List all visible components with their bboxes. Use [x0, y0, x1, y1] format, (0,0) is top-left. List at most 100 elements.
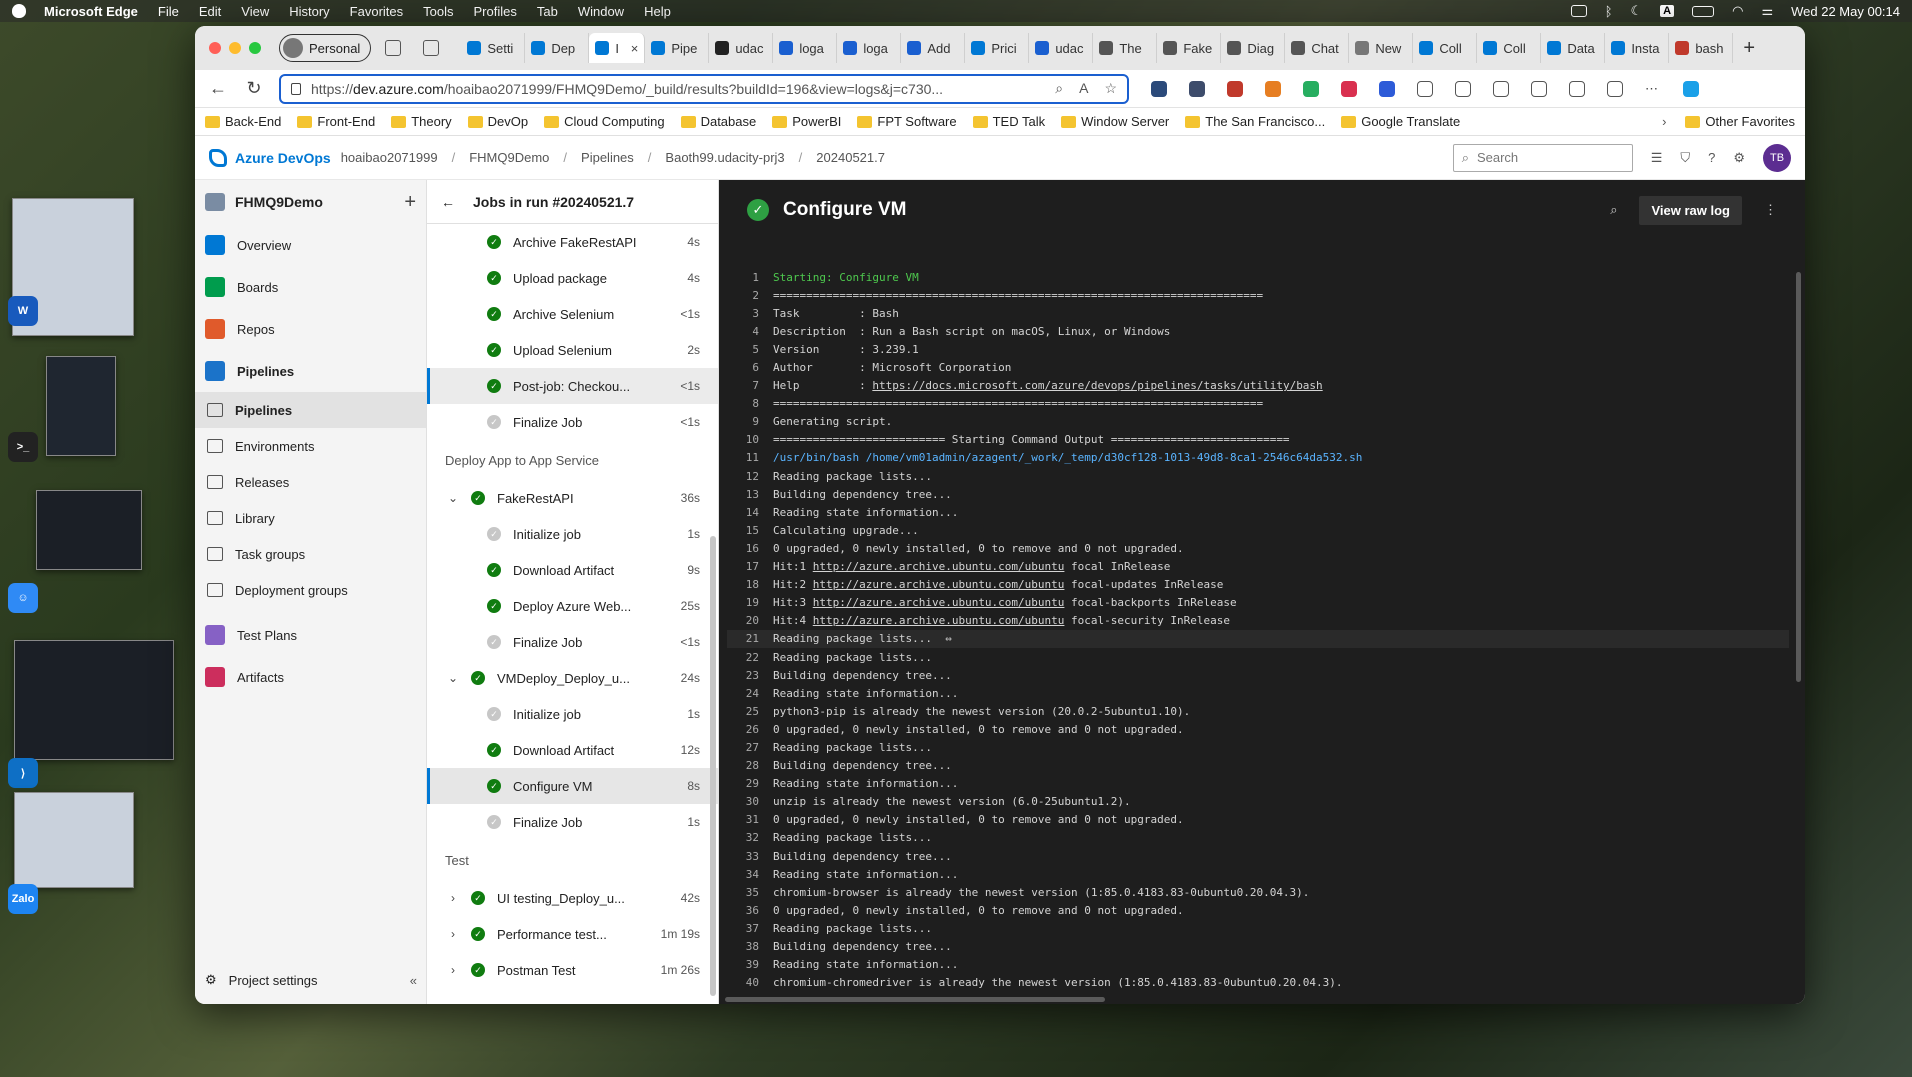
browser-tab[interactable]: Fake: [1157, 33, 1222, 63]
step-row[interactable]: ✓ Configure VM 8s: [427, 768, 718, 804]
breadcrumb-item[interactable]: hoaibao2071999: [341, 150, 438, 165]
chevron-right-icon[interactable]: ›: [435, 891, 471, 905]
log-link[interactable]: http://azure.archive.ubuntu.com/ubuntu: [813, 578, 1065, 591]
chevron-right-icon[interactable]: ›: [1662, 114, 1666, 129]
sidebar-item[interactable]: Artifacts: [195, 656, 426, 698]
extensions-puzzle-icon[interactable]: [1417, 80, 1433, 97]
browser-tab[interactable]: Pipe: [645, 33, 710, 63]
job-row[interactable]: › ✓ Postman Test 1m 26s: [427, 952, 718, 988]
browser-tab[interactable]: loga: [773, 33, 838, 63]
menubar-item[interactable]: Tools: [423, 4, 453, 19]
step-row[interactable]: ✓ Finalize Job <1s: [427, 404, 718, 440]
chevron-down-icon[interactable]: ⌄: [435, 671, 471, 685]
add-icon[interactable]: +: [404, 191, 416, 214]
step-row[interactable]: ✓ Upload package 4s: [427, 260, 718, 296]
job-row[interactable]: ⌄ ✓ VMDeploy_Deploy_u... 24s: [427, 660, 718, 696]
step-row[interactable]: ✓ Deploy Azure Web... 25s: [427, 588, 718, 624]
favorites-item[interactable]: The San Francisco...: [1185, 114, 1325, 129]
back-icon[interactable]: ←: [207, 78, 229, 99]
sidebar-item[interactable]: Repos: [195, 308, 426, 350]
log-link[interactable]: https://docs.microsoft.com/azure/devops/…: [872, 379, 1322, 392]
menubar-item[interactable]: Tab: [537, 4, 558, 19]
apps-icon[interactable]: [1607, 80, 1623, 97]
notion-icon[interactable]: [1570, 5, 1587, 17]
list-icon[interactable]: ☰: [1651, 150, 1663, 166]
menubar-item[interactable]: File: [158, 4, 179, 19]
favorites-item[interactable]: PowerBI: [772, 114, 841, 129]
workspaces-icon[interactable]: [385, 40, 402, 56]
browser-tab[interactable]: udac: [709, 33, 774, 63]
input-source-icon[interactable]: A: [1660, 5, 1675, 17]
address-bar[interactable]: https://dev.azure.com/hoaibao2071999/FHM…: [279, 73, 1129, 104]
breadcrumb-item[interactable]: Baoth99.udacity-prj3: [665, 150, 784, 165]
browser-tab[interactable]: Coll: [1413, 33, 1478, 63]
jobs-scrollbar[interactable]: [710, 536, 716, 996]
browser-tab[interactable]: Insta: [1605, 33, 1670, 63]
stage-thumbnail[interactable]: [14, 640, 174, 760]
step-row[interactable]: ✓ Download Artifact 12s: [427, 732, 718, 768]
browser-tab[interactable]: Dep: [525, 33, 590, 63]
extension-icon[interactable]: [1303, 80, 1319, 97]
menubar-app-name[interactable]: Microsoft Edge: [44, 4, 138, 19]
chevron-down-icon[interactable]: ⌄: [435, 491, 471, 505]
log-link[interactable]: http://azure.archive.ubuntu.com/ubuntu: [813, 596, 1065, 609]
browser-tab[interactable]: Add: [901, 33, 966, 63]
lock-icon[interactable]: [291, 82, 301, 95]
favorites-item[interactable]: Theory: [391, 114, 452, 129]
zoom-window-button[interactable]: [249, 42, 261, 54]
more-menu-icon[interactable]: ⋯: [1645, 81, 1661, 97]
chevron-right-icon[interactable]: ›: [435, 927, 471, 941]
job-row[interactable]: ⌄ ✓ FakeRestAPI 36s: [427, 480, 718, 516]
extension-icon[interactable]: [1151, 80, 1167, 97]
search-input[interactable]: ⌕ Search: [1452, 143, 1633, 172]
breadcrumb-item[interactable]: 20240521.7: [816, 150, 885, 165]
sidebar-subitem[interactable]: Releases: [195, 464, 426, 500]
browser-tab[interactable]: Chat: [1285, 33, 1350, 63]
terminal-icon[interactable]: >_: [8, 432, 38, 462]
log-vertical-scrollbar[interactable]: [1796, 272, 1801, 682]
menubar-item[interactable]: Edit: [199, 4, 221, 19]
extension-icon[interactable]: [1379, 80, 1395, 97]
sidebar-item[interactable]: Overview: [195, 224, 426, 266]
profile-button[interactable]: Personal: [279, 34, 372, 62]
browser-tab[interactable]: Data: [1541, 33, 1606, 63]
marketplace-icon[interactable]: ⛉: [1680, 150, 1690, 166]
favorites-item[interactable]: Front-End: [297, 114, 375, 129]
extension-icon[interactable]: [1189, 80, 1205, 97]
favorites-item[interactable]: FPT Software: [857, 114, 957, 129]
back-arrow-icon[interactable]: ←: [441, 194, 455, 210]
bluetooth-icon[interactable]: ᛒ: [1605, 4, 1613, 19]
new-tab-button[interactable]: +: [1743, 37, 1755, 60]
step-row[interactable]: ✓ Initialize job 1s: [427, 516, 718, 552]
breadcrumb-item[interactable]: FHMQ9Demo: [469, 150, 549, 165]
vertical-tabs-icon[interactable]: [423, 40, 440, 56]
battery-icon[interactable]: [1692, 5, 1715, 17]
collections-icon[interactable]: [1531, 80, 1547, 97]
step-row[interactable]: ✓ Download Artifact 9s: [427, 552, 718, 588]
browser-tab[interactable]: udac: [1029, 33, 1094, 63]
sidebar-item-pipelines[interactable]: Pipelines: [195, 350, 426, 392]
control-center-icon[interactable]: ⚌: [1761, 3, 1773, 19]
browser-tab[interactable]: loga: [837, 33, 902, 63]
menubar-item[interactable]: Window: [578, 4, 624, 19]
stage-thumbnail[interactable]: [36, 490, 142, 570]
copilot-icon[interactable]: [1683, 80, 1699, 97]
minimize-window-button[interactable]: [229, 42, 241, 54]
favorites-item[interactable]: Google Translate: [1341, 114, 1460, 129]
breadcrumb-item[interactable]: Pipelines: [581, 150, 634, 165]
favorites-item[interactable]: Cloud Computing: [544, 114, 665, 129]
step-row[interactable]: ✓ Post-job: Checkou... <1s: [427, 368, 718, 404]
favorites-item[interactable]: TED Talk: [972, 114, 1045, 129]
favorites-icon[interactable]: [1493, 80, 1509, 97]
zalo-icon[interactable]: Zalo: [8, 884, 38, 914]
finder-icon[interactable]: ☺: [8, 583, 38, 613]
log-horizontal-scrollbar[interactable]: [725, 997, 1105, 1002]
menubar-item[interactable]: Help: [644, 4, 671, 19]
sidebar-subitem[interactable]: Task groups: [195, 536, 426, 572]
close-tab-icon[interactable]: ×: [631, 41, 639, 56]
help-icon[interactable]: ?: [1708, 150, 1715, 165]
sidebar-item[interactable]: Test Plans: [195, 614, 426, 656]
menubar-item[interactable]: View: [241, 4, 269, 19]
project-header[interactable]: FHMQ9Demo +: [195, 180, 426, 224]
more-options-icon[interactable]: ⋮: [1764, 202, 1777, 218]
